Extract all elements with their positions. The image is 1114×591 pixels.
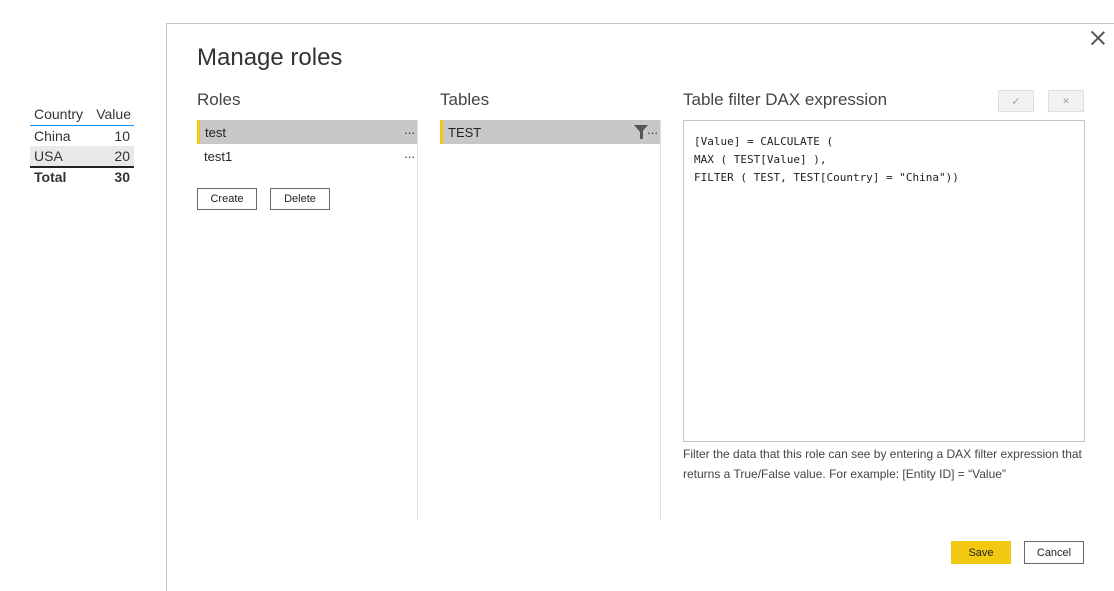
tables-heading: Tables	[440, 90, 490, 109]
cell-country: USA	[34, 148, 63, 164]
roles-list: test ... test1 ...	[197, 120, 418, 520]
table-row: USA 20	[30, 146, 134, 166]
create-button[interactable]: Create	[197, 188, 257, 210]
role-item-test[interactable]: test ...	[197, 120, 417, 144]
column-header-country: Country	[34, 105, 84, 122]
dax-hint-text: Filter the data that this role can see b…	[683, 447, 1082, 481]
role-label: test	[205, 124, 226, 140]
role-label: test1	[204, 148, 233, 164]
background-table-visual: Country Value China 10 USA 20 Total 30	[30, 102, 134, 186]
filter-icon	[634, 125, 648, 139]
dax-expression-editor[interactable]: [Value] = CALCULATE ( MAX ( TEST[Value] …	[683, 120, 1085, 442]
cell-country: China	[34, 128, 71, 144]
table-label: TEST	[448, 124, 482, 140]
cell-value: 20	[114, 148, 130, 164]
roles-heading: Roles	[197, 90, 241, 109]
cell-value: 10	[114, 128, 130, 144]
role-item-test1[interactable]: test1 ...	[197, 144, 417, 168]
save-button[interactable]: Save	[951, 541, 1011, 564]
manage-roles-dialog: Manage roles Roles test ... test1 ... Cr…	[166, 23, 1114, 591]
total-value: 30	[114, 169, 130, 185]
table-header-row: Country Value	[30, 102, 134, 126]
more-options-icon[interactable]: ...	[647, 122, 658, 137]
more-options-icon[interactable]: ...	[404, 122, 415, 137]
more-options-icon[interactable]: ...	[404, 146, 415, 161]
discard-dax-button[interactable]: ✕	[1048, 90, 1084, 112]
tables-list: TEST ...	[440, 120, 661, 520]
dialog-title: Manage roles	[197, 44, 343, 71]
table-total-row: Total 30	[30, 166, 134, 186]
total-label: Total	[34, 169, 67, 185]
apply-dax-button[interactable]: ✓	[998, 90, 1034, 112]
dax-heading: Table filter DAX expression	[683, 90, 888, 109]
column-header-value: Value	[96, 105, 131, 122]
cancel-button[interactable]: Cancel	[1024, 541, 1084, 564]
table-item-test[interactable]: TEST ...	[440, 120, 660, 144]
delete-button[interactable]: Delete	[270, 188, 330, 210]
close-icon[interactable]	[1090, 30, 1106, 46]
table-row: China 10	[30, 126, 134, 146]
